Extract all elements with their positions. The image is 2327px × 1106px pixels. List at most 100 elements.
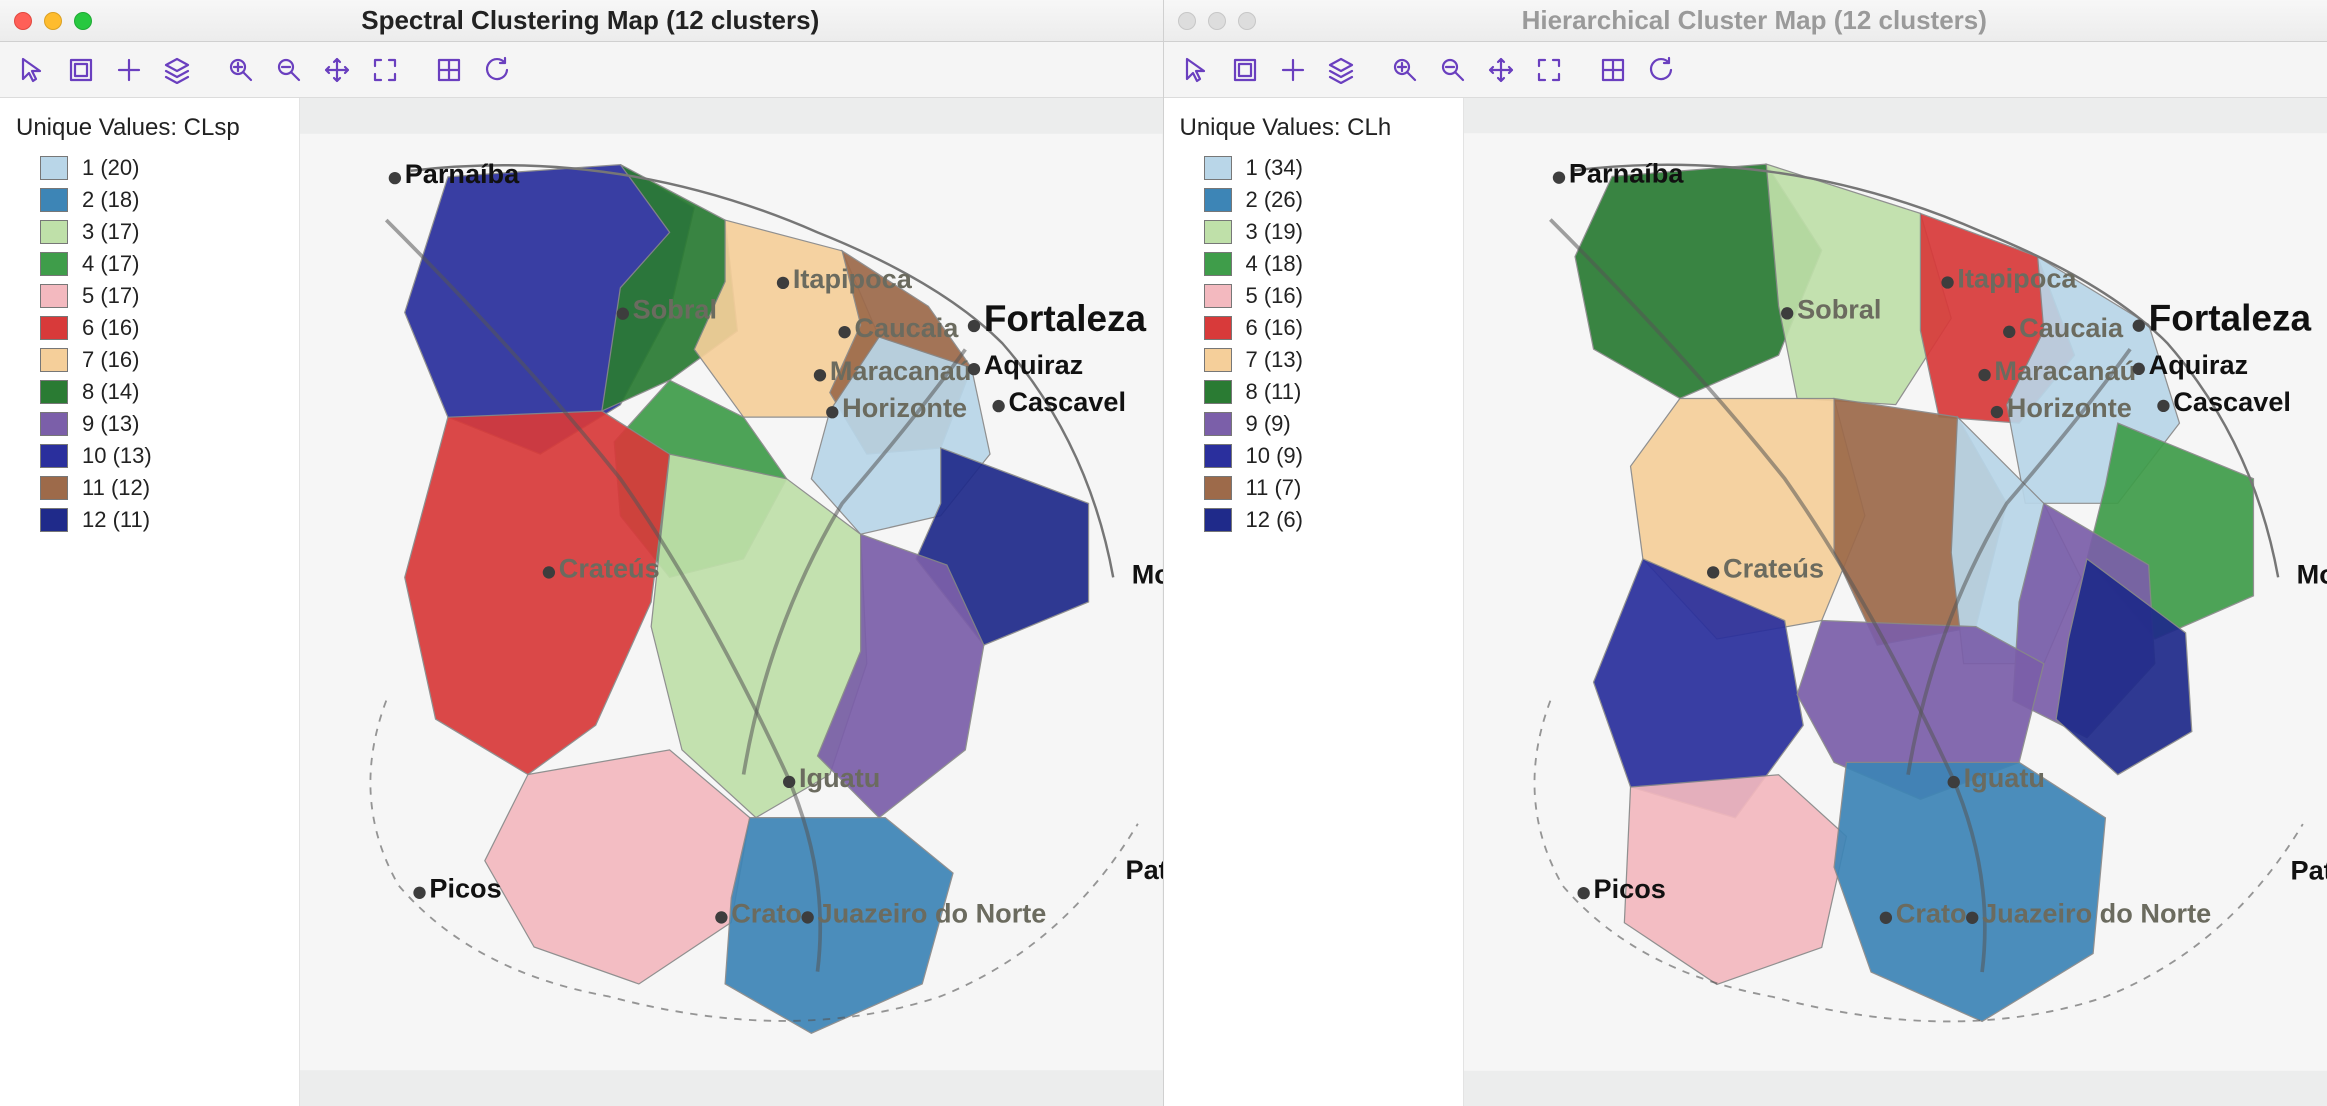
window-close-icon[interactable]: [1178, 12, 1196, 30]
toolbar-cursor[interactable]: [12, 49, 54, 91]
legend-swatch: [40, 284, 68, 308]
legend-item[interactable]: 7 (16): [16, 344, 283, 376]
city-label: Pat: [1126, 854, 1163, 885]
legend-item[interactable]: 4 (17): [16, 248, 283, 280]
legend-item[interactable]: 8 (14): [16, 376, 283, 408]
refresh-icon: [483, 56, 511, 84]
toolbar-select-rect[interactable]: [1224, 49, 1266, 91]
toolbar-zoom-in[interactable]: [1384, 49, 1426, 91]
city-marker: [1990, 406, 2002, 418]
map-canvas[interactable]: ParnaíbaSobralItapipocaCaucaiaMaracanaúH…: [300, 98, 1163, 1106]
window-zoom-icon[interactable]: [1238, 12, 1256, 30]
legend-item[interactable]: 9 (9): [1180, 408, 1447, 440]
city-marker: [968, 363, 980, 375]
toolbar-zoom-out[interactable]: [268, 49, 310, 91]
toolbar-cursor[interactable]: [1176, 49, 1218, 91]
window-minimize-icon[interactable]: [44, 12, 62, 30]
toolbar-plus[interactable]: [1272, 49, 1314, 91]
toolbar-layers[interactable]: [1320, 49, 1362, 91]
city-marker: [617, 308, 629, 320]
toolbar-pan[interactable]: [316, 49, 358, 91]
legend-item[interactable]: 1 (34): [1180, 152, 1447, 184]
window-spectral: Spectral Clustering Map (12 clusters) Un…: [0, 0, 1164, 1106]
legend-item[interactable]: 2 (18): [16, 184, 283, 216]
legend-swatch: [1204, 380, 1232, 404]
pan-icon: [323, 56, 351, 84]
city-label: Cascavel: [1008, 386, 1126, 417]
legend-swatch: [1204, 252, 1232, 276]
legend-label: 10 (9): [1246, 442, 1303, 470]
window-zoom-icon[interactable]: [74, 12, 92, 30]
toolbar-plus[interactable]: [108, 49, 150, 91]
toolbar-pan[interactable]: [1480, 49, 1522, 91]
legend-item[interactable]: 1 (20): [16, 152, 283, 184]
legend-swatch: [40, 444, 68, 468]
legend-item[interactable]: 9 (13): [16, 408, 283, 440]
window-controls: [1178, 12, 1256, 30]
toolbar-refresh[interactable]: [1640, 49, 1682, 91]
legend-item[interactable]: 2 (26): [1180, 184, 1447, 216]
city-label: Sobral: [633, 294, 717, 325]
legend-item[interactable]: 6 (16): [16, 312, 283, 344]
zoom-out-icon: [275, 56, 303, 84]
legend-item[interactable]: 10 (9): [1180, 440, 1447, 472]
city-marker: [968, 320, 980, 332]
legend-swatch: [40, 412, 68, 436]
toolbar-extent[interactable]: [1528, 49, 1570, 91]
toolbar-extent[interactable]: [364, 49, 406, 91]
legend-label: 7 (13): [1246, 346, 1303, 374]
city-marker: [1707, 566, 1719, 578]
plus-icon: [115, 56, 143, 84]
cursor-icon: [19, 56, 47, 84]
map-canvas[interactable]: ParnaíbaSobralItapipocaCaucaiaMaracanaúH…: [1464, 98, 2327, 1106]
legend-item[interactable]: 6 (16): [1180, 312, 1447, 344]
legend-title: Unique Values: CLsp: [16, 114, 283, 142]
city-marker: [2132, 363, 2144, 375]
toolbar-select-rect[interactable]: [60, 49, 102, 91]
city-marker: [1941, 276, 1953, 288]
window-close-icon[interactable]: [14, 12, 32, 30]
city-label: Iguatu: [1963, 762, 2044, 793]
legend-item[interactable]: 8 (11): [1180, 376, 1447, 408]
toolbar-zoom-out[interactable]: [1432, 49, 1474, 91]
toolbar-basemap[interactable]: [428, 49, 470, 91]
legend-label: 11 (12): [82, 474, 150, 502]
city-label: Aquiraz: [2148, 349, 2247, 380]
legend-item[interactable]: 12 (6): [1180, 504, 1447, 536]
legend-item[interactable]: 11 (12): [16, 472, 283, 504]
city-label: Mos: [2296, 558, 2327, 589]
legend-label: 5 (16): [1246, 282, 1303, 310]
city-label: Iguatu: [799, 762, 880, 793]
toolbar-basemap[interactable]: [1592, 49, 1634, 91]
toolbar: [1164, 42, 2327, 98]
window-controls: [14, 12, 92, 30]
legend-swatch: [40, 220, 68, 244]
legend-item[interactable]: 7 (13): [1180, 344, 1447, 376]
city-label: Juazeiro do Norte: [1982, 898, 2211, 929]
toolbar-zoom-in[interactable]: [220, 49, 262, 91]
legend-item[interactable]: 5 (17): [16, 280, 283, 312]
legend-item[interactable]: 5 (16): [1180, 280, 1447, 312]
legend-item[interactable]: 3 (19): [1180, 216, 1447, 248]
title-bar[interactable]: Spectral Clustering Map (12 clusters): [0, 0, 1163, 42]
window-minimize-icon[interactable]: [1208, 12, 1226, 30]
legend-item[interactable]: 4 (18): [1180, 248, 1447, 280]
basemap-icon: [435, 56, 463, 84]
refresh-icon: [1647, 56, 1675, 84]
title-bar[interactable]: Hierarchical Cluster Map (12 clusters): [1164, 0, 2327, 42]
extent-icon: [371, 56, 399, 84]
legend-label: 4 (17): [82, 250, 139, 278]
city-marker: [1552, 171, 1564, 183]
select-rect-icon: [1231, 56, 1259, 84]
legend-item[interactable]: 11 (7): [1180, 472, 1447, 504]
select-rect-icon: [67, 56, 95, 84]
legend-label: 9 (13): [82, 410, 139, 438]
toolbar-refresh[interactable]: [476, 49, 518, 91]
legend-item[interactable]: 3 (17): [16, 216, 283, 248]
legend-label: 6 (16): [1246, 314, 1303, 342]
legend-item[interactable]: 12 (11): [16, 504, 283, 536]
toolbar-layers[interactable]: [156, 49, 198, 91]
legend-swatch: [1204, 284, 1232, 308]
window-body: Unique Values: CLsp 1 (20) 2 (18) 3 (17)…: [0, 98, 1163, 1106]
legend-item[interactable]: 10 (13): [16, 440, 283, 472]
